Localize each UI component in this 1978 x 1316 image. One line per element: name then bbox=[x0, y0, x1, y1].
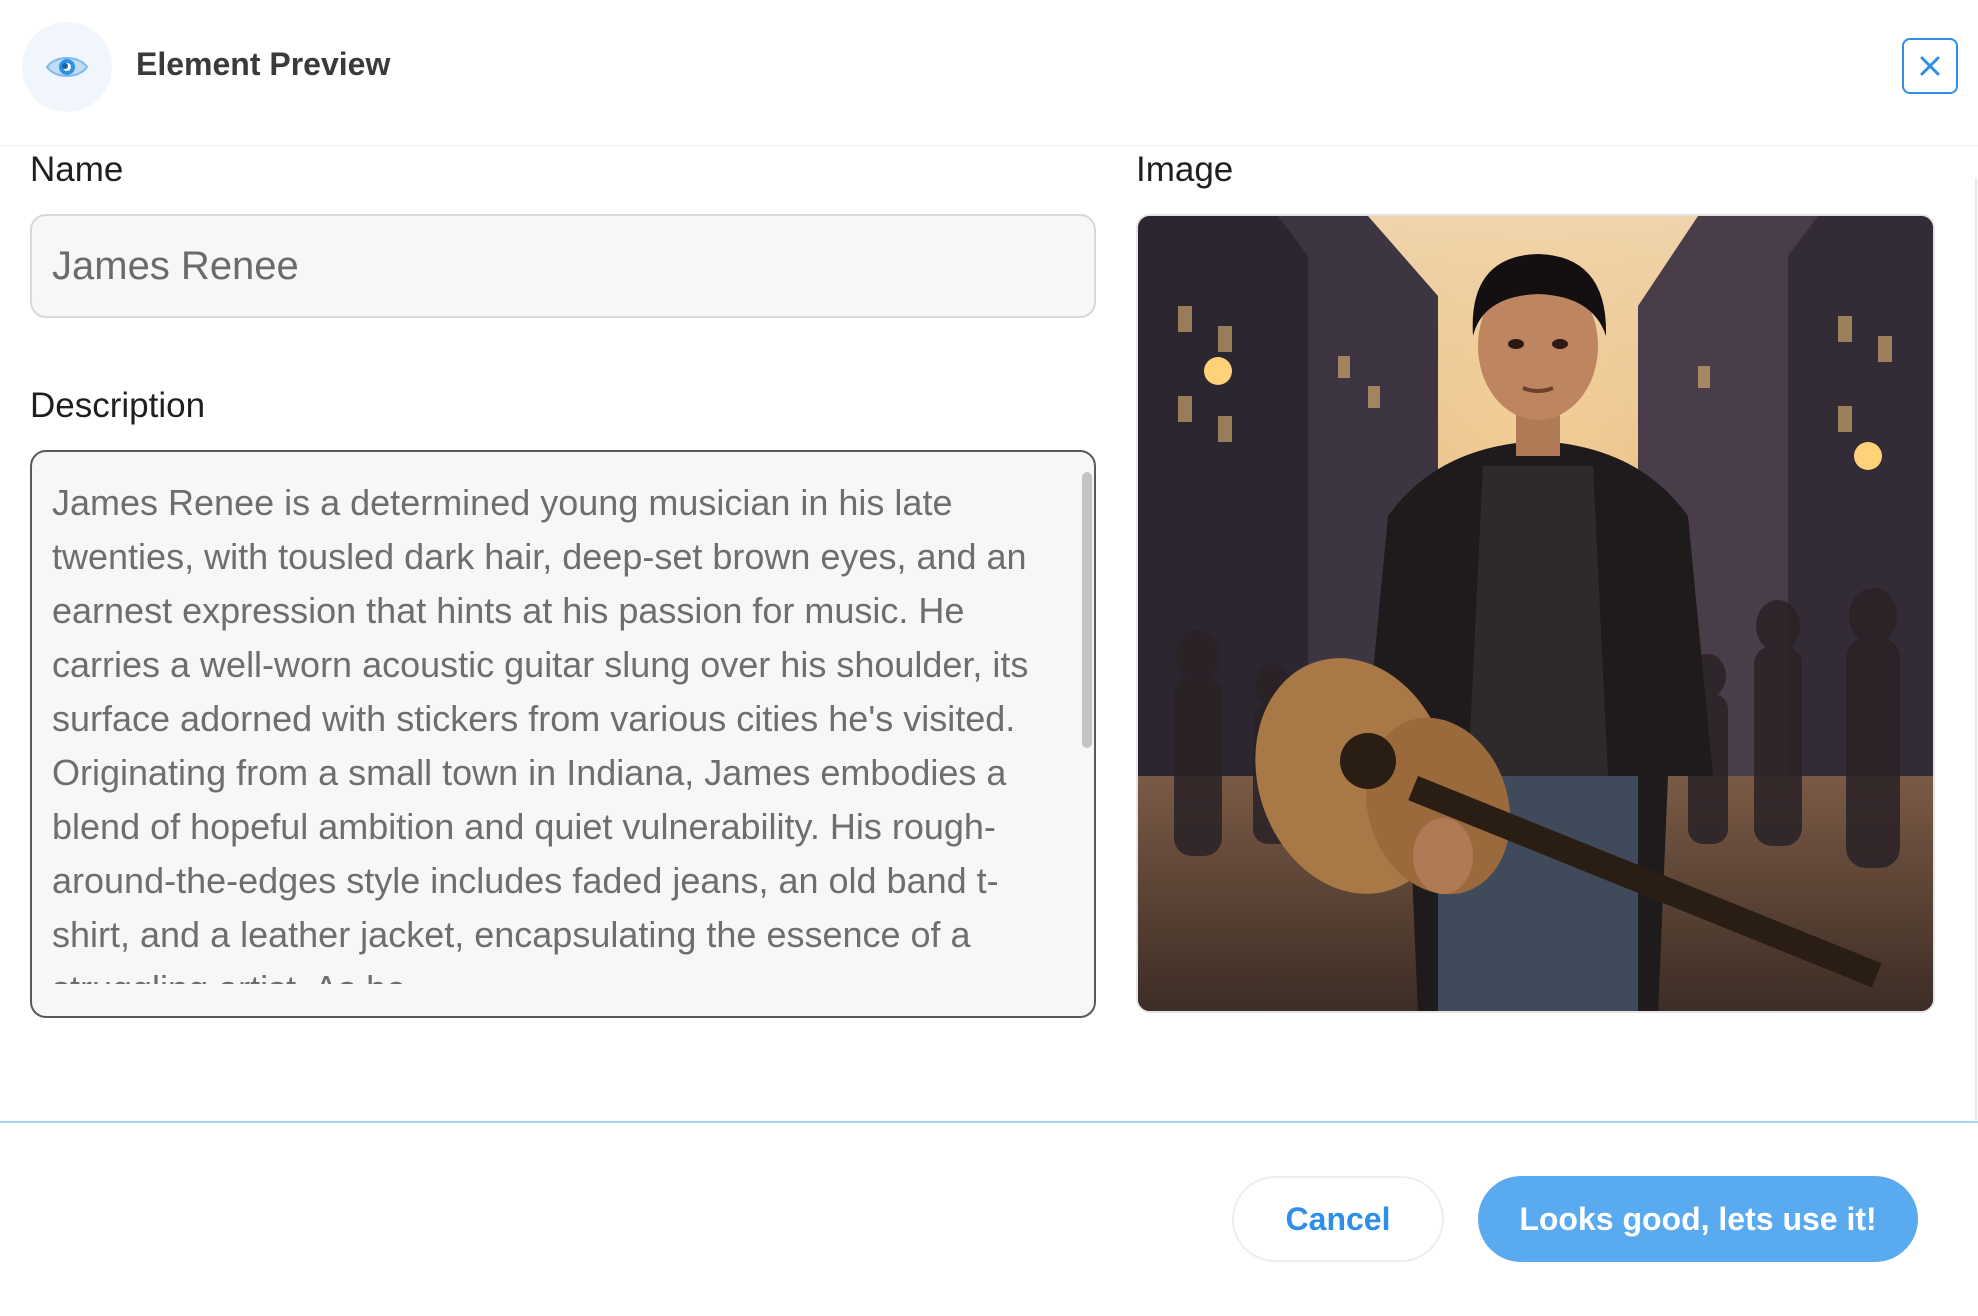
footer-divider bbox=[0, 1121, 1978, 1123]
close-button[interactable] bbox=[1902, 38, 1958, 94]
image-label: Image bbox=[1136, 150, 1234, 189]
cancel-button[interactable]: Cancel bbox=[1232, 1176, 1444, 1262]
name-label: Name bbox=[30, 150, 124, 189]
description-scrollbar[interactable] bbox=[1082, 472, 1092, 748]
character-portrait-illustration bbox=[1138, 216, 1933, 1011]
description-textarea[interactable]: James Renee is a determined young musici… bbox=[30, 450, 1096, 1018]
description-text: James Renee is a determined young musici… bbox=[52, 482, 1029, 984]
element-preview-modal: Element Preview Name Description James R… bbox=[0, 0, 1978, 1316]
scroll-edge bbox=[1975, 178, 1977, 1122]
description-label: Description bbox=[30, 386, 206, 425]
eye-icon bbox=[45, 57, 89, 77]
confirm-button[interactable]: Looks good, lets use it! bbox=[1478, 1176, 1918, 1262]
close-icon bbox=[1920, 56, 1940, 76]
header-icon-badge bbox=[22, 22, 112, 112]
character-image bbox=[1136, 214, 1935, 1013]
name-input[interactable] bbox=[30, 214, 1096, 318]
modal-header: Element Preview bbox=[0, 0, 1978, 146]
modal-title: Element Preview bbox=[136, 46, 391, 82]
